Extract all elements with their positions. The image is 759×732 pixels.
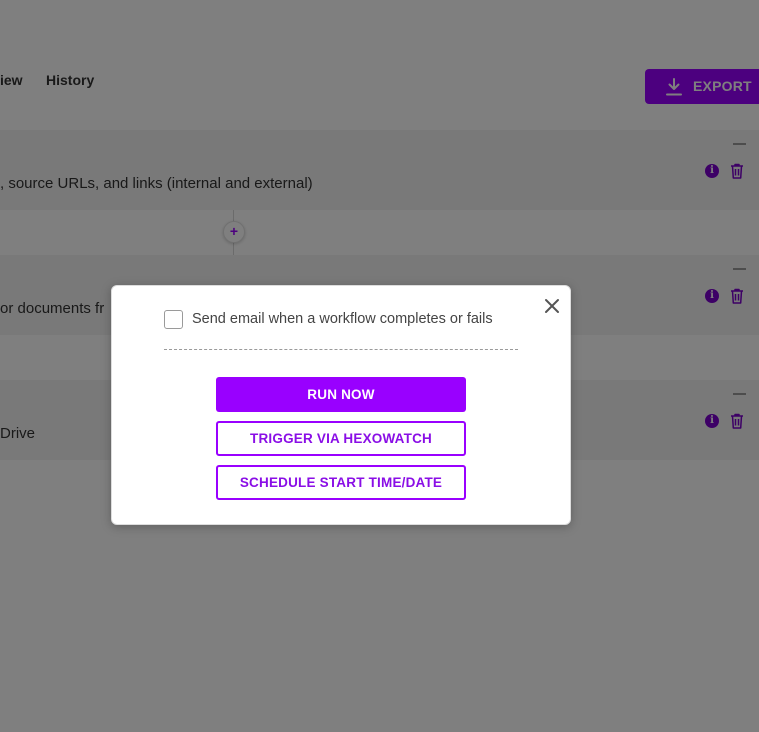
run-now-button[interactable]: RUN NOW (216, 377, 466, 412)
email-notification-label[interactable]: Send email when a workflow completes or … (192, 311, 493, 327)
close-icon[interactable] (543, 297, 561, 315)
trigger-via-hexowatch-button[interactable]: TRIGGER VIA HEXOWATCH (216, 421, 466, 456)
run-workflow-modal: Send email when a workflow completes or … (111, 285, 571, 525)
email-notification-checkbox[interactable] (164, 310, 183, 329)
modal-divider (164, 349, 518, 350)
schedule-start-button[interactable]: SCHEDULE START TIME/DATE (216, 465, 466, 500)
